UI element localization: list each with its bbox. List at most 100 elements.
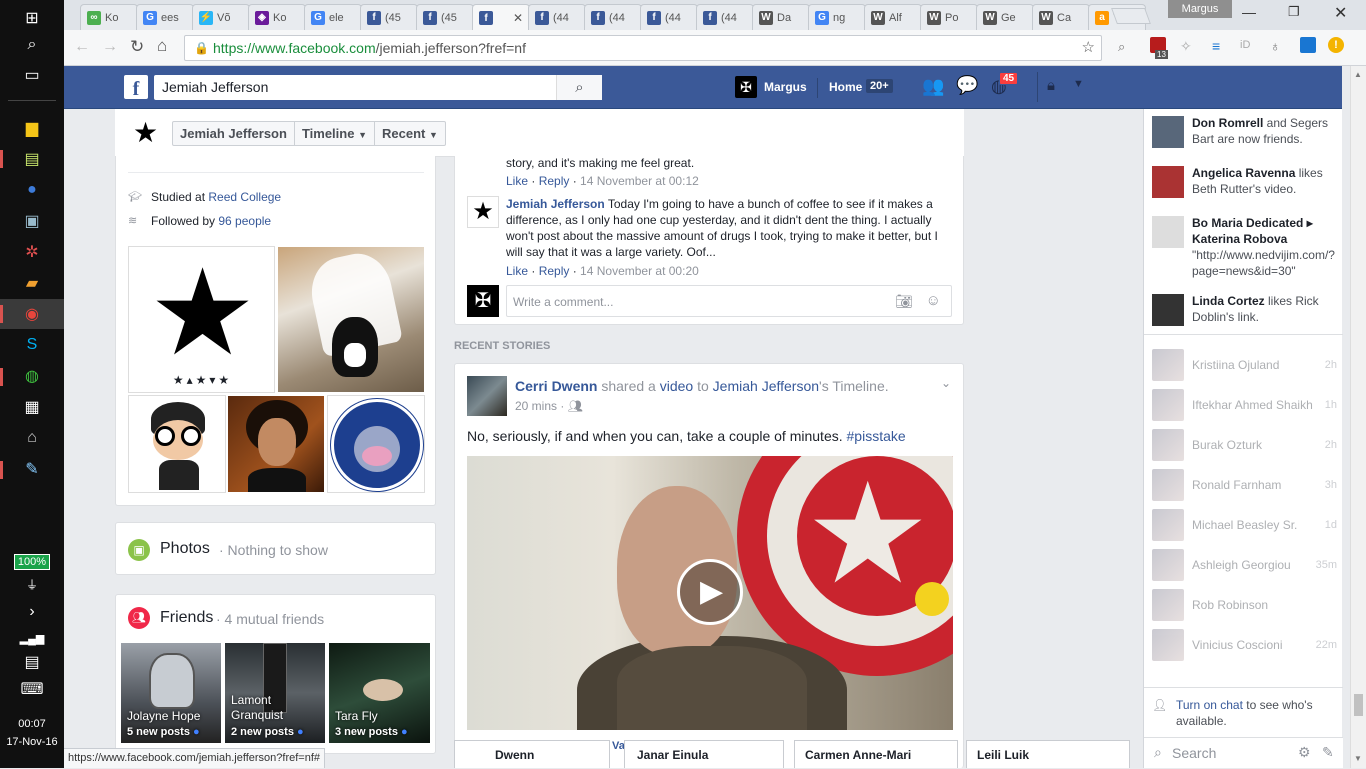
college-link[interactable]: Reed College	[208, 190, 281, 204]
chat-contact[interactable]: Vinicius Coscioni 22m	[1152, 628, 1337, 662]
write-comment-input[interactable]: Write a comment... 📷︎ ☺	[506, 285, 952, 317]
video-player[interactable]: ★ ▶	[467, 456, 953, 730]
search-icon[interactable]: ⌕	[556, 75, 602, 100]
scrollbar-thumb[interactable]	[1354, 694, 1363, 716]
notepad-icon[interactable]: ▤	[20, 147, 44, 171]
turn-on-chat-link[interactable]: Turn on chat	[1176, 698, 1243, 712]
friend-tile[interactable]: Tara Fly 3 new posts ●	[328, 642, 431, 744]
paint-icon[interactable]: ✎	[20, 457, 44, 481]
back-icon[interactable]: ←	[74, 38, 90, 56]
extension-zoom-icon[interactable]: ⌕	[1118, 39, 1125, 55]
browser-tab[interactable]: Gele	[304, 4, 362, 30]
chat-contact[interactable]: Burak Ozturk 2h	[1152, 428, 1337, 462]
friends-title[interactable]: Friends	[160, 609, 213, 627]
file-explorer-icon[interactable]: ▆	[20, 116, 44, 140]
timeline-dropdown[interactable]: Timeline ▼	[295, 122, 375, 145]
chat-contact[interactable]: Ronald Farnham 3h	[1152, 468, 1337, 502]
new-message-icon[interactable]: ✎	[1322, 744, 1334, 761]
browser-tab[interactable]: f (44	[584, 4, 642, 30]
extension-bulb-icon[interactable]: ♁	[1270, 38, 1281, 54]
extension-id-icon[interactable]: iD	[1240, 39, 1250, 51]
image-viewer-icon[interactable]: ▣	[20, 209, 44, 233]
browser-tab[interactable]: f (44	[528, 4, 586, 30]
forward-icon[interactable]: →	[102, 38, 118, 56]
account-menu-chevron-icon[interactable]: ▼	[1073, 78, 1084, 90]
home-link[interactable]: Home	[829, 80, 862, 94]
photo-cartoon[interactable]	[128, 395, 226, 493]
user-avatar[interactable]: ✠	[735, 76, 757, 98]
restore-icon[interactable]: ❐	[1288, 4, 1300, 20]
browser-tab[interactable]: Gees	[136, 4, 194, 30]
ticker-avatar[interactable]	[1152, 294, 1184, 326]
chat-contact[interactable]: Iftekhar Ahmed Shaikh 1h	[1152, 388, 1337, 422]
close-tab-icon[interactable]: ✕	[513, 11, 523, 25]
search-icon[interactable]: ⌕	[20, 33, 44, 57]
browser-tab[interactable]: W Alf	[864, 4, 922, 30]
chrome-icon[interactable]: ◉	[20, 302, 44, 326]
camera-icon[interactable]: 📷︎	[895, 293, 913, 310]
extension-puzzle-icon[interactable]: ✧	[1180, 38, 1192, 55]
skype-icon[interactable]: S	[20, 333, 44, 357]
comment-time[interactable]: 14 November at 00:12	[580, 174, 699, 188]
friend-tile[interactable]: Lamont Granquist 2 new posts ●	[224, 642, 326, 744]
calculator-icon[interactable]: ▦	[20, 395, 44, 419]
browser-tab[interactable]: ∞ Ko	[80, 4, 138, 30]
reload-icon[interactable]: ↻	[130, 37, 144, 57]
audience-friends-icon[interactable]: · 👥︎	[560, 399, 583, 413]
facebook-logo-icon[interactable]: f	[124, 75, 148, 100]
scroll-down-arrow-icon[interactable]: ▼	[1354, 754, 1362, 763]
facebook-search-input[interactable]: Jemiah Jefferson ⌕	[154, 75, 602, 100]
chevron-right-icon[interactable]: ›	[20, 600, 44, 624]
chat-settings-gear-icon[interactable]: ⚙	[1298, 744, 1311, 761]
photo-eeyore-badge[interactable]	[327, 395, 425, 493]
ticker-actor[interactable]: Don Romrell	[1192, 116, 1263, 130]
friend-requests-icon[interactable]: 👥	[922, 76, 944, 97]
media-icon[interactable]: ▰	[20, 271, 44, 295]
ticker-avatar[interactable]	[1152, 166, 1184, 198]
browser-tab[interactable]: ⚡ Võ	[192, 4, 250, 30]
browser-tab[interactable]: W Ca	[1032, 4, 1090, 30]
task-view-icon[interactable]: ▭	[20, 63, 44, 87]
chat-contact[interactable]: Kristiina Ojuland 2h	[1152, 348, 1337, 382]
browser-tab[interactable]: W Po	[920, 4, 978, 30]
browser-tab[interactable]: W Ge	[976, 4, 1034, 30]
settings-app-icon[interactable]: ✲	[20, 240, 44, 264]
commenter-avatar-star-icon[interactable]: ★	[467, 196, 499, 228]
photo-cat[interactable]	[277, 246, 425, 393]
like-link[interactable]: Like	[506, 264, 528, 278]
post-time[interactable]: 20 mins	[515, 399, 557, 413]
scroll-up-arrow-icon[interactable]: ▲	[1354, 70, 1362, 79]
photos-title[interactable]: Photos	[160, 540, 210, 558]
network-icon[interactable]: ▂▄▆	[20, 626, 45, 650]
close-window-icon[interactable]: ✕	[1334, 3, 1347, 23]
browser-tab[interactable]: f ✕	[472, 4, 530, 31]
chat-tab[interactable]: Dwenn	[454, 740, 610, 768]
ticker-actor[interactable]: Linda Cortez	[1192, 294, 1265, 308]
comment-time[interactable]: 14 November at 00:20	[580, 264, 699, 278]
target-profile-link[interactable]: Jemiah Jefferson	[713, 378, 819, 394]
post-options-chevron-icon[interactable]: ⌄	[941, 376, 951, 390]
browser-tab[interactable]: W Da	[752, 4, 810, 30]
ticker-avatar[interactable]	[1152, 216, 1184, 248]
comment-author-link[interactable]: Jemiah Jefferson	[506, 197, 605, 211]
bookmark-star-icon[interactable]: ☆	[1082, 36, 1095, 60]
keyboard-icon[interactable]: ⌨	[20, 677, 44, 701]
photo-woman[interactable]	[227, 395, 325, 493]
browser-tab[interactable]: ◈ Ko	[248, 4, 306, 30]
user-name-link[interactable]: Margus	[764, 80, 807, 94]
clock-time[interactable]: 00:07	[0, 718, 64, 730]
ticker-actor[interactable]: Angelica Ravenna	[1192, 166, 1295, 180]
browser-tab[interactable]: Gng	[808, 4, 866, 30]
messages-icon[interactable]: 💬	[956, 75, 978, 96]
privacy-lock-icon[interactable]: 🔒︎	[1047, 77, 1055, 94]
browser-tab[interactable]: f (45	[416, 4, 474, 30]
chrome-menu-warning-icon[interactable]: !	[1328, 37, 1344, 53]
browser-tab[interactable]: f (44	[640, 4, 698, 30]
author-link[interactable]: Cerri Dwenn	[515, 378, 597, 394]
extension-layers-icon[interactable]: ≡	[1212, 38, 1220, 54]
profile-name-button[interactable]: Jemiah Jefferson	[173, 122, 295, 145]
chat-tab[interactable]: Janar Einula	[624, 740, 784, 768]
browser-tab[interactable]: f (45	[360, 4, 418, 30]
minimize-icon[interactable]: —	[1242, 4, 1256, 20]
sync-icon[interactable]: ◍	[20, 364, 44, 388]
